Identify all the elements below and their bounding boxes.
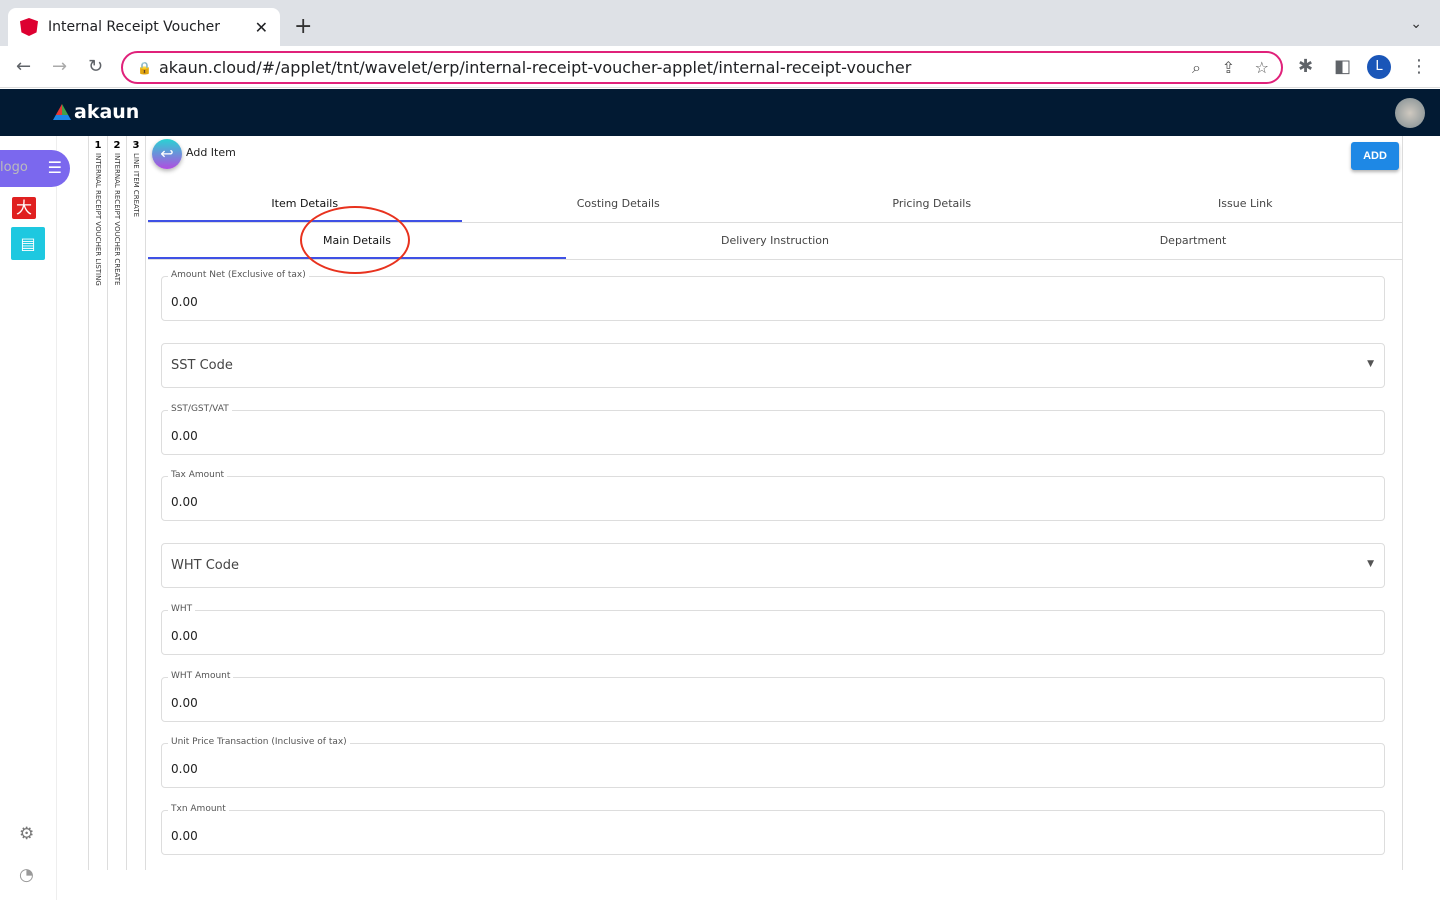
back-icon[interactable]: ← — [16, 56, 31, 77]
tab-department[interactable]: Department — [984, 223, 1402, 259]
tab-costing-details[interactable]: Costing Details — [462, 186, 776, 222]
browser-toolbar: ← → ↻ 🔒 akaun.cloud/#/applet/tnt/wavelet… — [0, 46, 1440, 88]
sidebar-logo[interactable]: logo ☰ — [0, 150, 70, 187]
forward-icon[interactable]: → — [52, 56, 67, 77]
star-icon[interactable]: ☆ — [1255, 58, 1269, 77]
applet-icon-red[interactable]: 大 — [12, 197, 36, 219]
angular-icon — [20, 18, 38, 36]
txn-amount-field[interactable]: Txn Amount 0.00 — [161, 804, 1385, 855]
tab-issue-link[interactable]: Issue Link — [1089, 186, 1403, 222]
browser-tab[interactable]: Internal Receipt Voucher ✕ — [8, 8, 280, 46]
share-icon[interactable]: ⇪ — [1222, 58, 1235, 77]
lock-icon: 🔒 — [137, 61, 152, 75]
user-avatar[interactable] — [1395, 98, 1425, 128]
gear-icon[interactable]: ⚙ — [19, 824, 34, 844]
tab-item-details[interactable]: Item Details — [148, 186, 462, 222]
url-text: akaun.cloud/#/applet/tnt/wavelet/erp/int… — [159, 58, 912, 77]
app-header: akaun — [0, 89, 1440, 136]
unit-price-field[interactable]: Unit Price Transaction (Inclusive of tax… — [161, 737, 1385, 788]
breadcrumb-3[interactable]: 3 LINE ITEM CREATE — [126, 136, 145, 870]
browser-tab-bar: Internal Receipt Voucher ✕ + ⌄ — [0, 0, 1440, 46]
tab-delivery-instruction[interactable]: Delivery Instruction — [566, 223, 984, 259]
profile-avatar[interactable]: L — [1367, 55, 1391, 79]
address-bar[interactable]: 🔒 akaun.cloud/#/applet/tnt/wavelet/erp/i… — [121, 51, 1283, 84]
akaun-logo[interactable]: akaun — [53, 101, 139, 123]
dropdown-arrow-icon: ▼ — [1367, 359, 1374, 369]
extensions-icon[interactable]: ✱ — [1298, 56, 1313, 77]
tab-pricing-details[interactable]: Pricing Details — [775, 186, 1089, 222]
dropdown-arrow-icon: ▼ — [1367, 559, 1374, 569]
tax-amount-field[interactable]: Tax Amount 0.00 — [161, 470, 1385, 521]
chevron-down-icon[interactable]: ⌄ — [1410, 16, 1422, 32]
wht-amount-field[interactable]: WHT Amount 0.00 — [161, 671, 1385, 722]
close-tab-icon[interactable]: ✕ — [255, 18, 268, 37]
list-icon[interactable]: ▤ — [11, 227, 45, 260]
menu-toggle-icon[interactable]: ☰ — [48, 158, 62, 177]
sidepanel-icon[interactable]: ◧ — [1334, 56, 1351, 77]
tab-title: Internal Receipt Voucher — [48, 19, 221, 35]
add-button[interactable]: ADD — [1351, 142, 1399, 170]
sst-gst-vat-field[interactable]: SST/GST/VAT 0.00 — [161, 404, 1385, 455]
sst-code-select[interactable]: SST Code ▼ — [161, 343, 1385, 388]
back-arrow-icon[interactable]: ↩ — [152, 139, 182, 169]
person-icon[interactable]: ◔ — [19, 865, 34, 885]
wht-field[interactable]: WHT 0.00 — [161, 604, 1385, 655]
reload-icon[interactable]: ↻ — [88, 56, 103, 77]
wht-code-select[interactable]: WHT Code ▼ — [161, 543, 1385, 588]
breadcrumb-2[interactable]: 2 INTERNAL RECEIPT VOUCHER CREATE — [107, 136, 126, 870]
breadcrumb-1[interactable]: 1 INTERNAL RECEIPT VOUCHER LISTING — [88, 136, 107, 870]
new-tab-icon[interactable]: + — [294, 14, 312, 39]
zoom-icon[interactable]: ⌕ — [1192, 58, 1201, 78]
amount-net-field[interactable]: Amount Net (Exclusive of tax) 0.00 — [161, 270, 1385, 321]
more-icon[interactable]: ⋮ — [1410, 56, 1428, 77]
page-title: Add Item — [186, 146, 236, 159]
annotation-circle — [300, 206, 410, 274]
